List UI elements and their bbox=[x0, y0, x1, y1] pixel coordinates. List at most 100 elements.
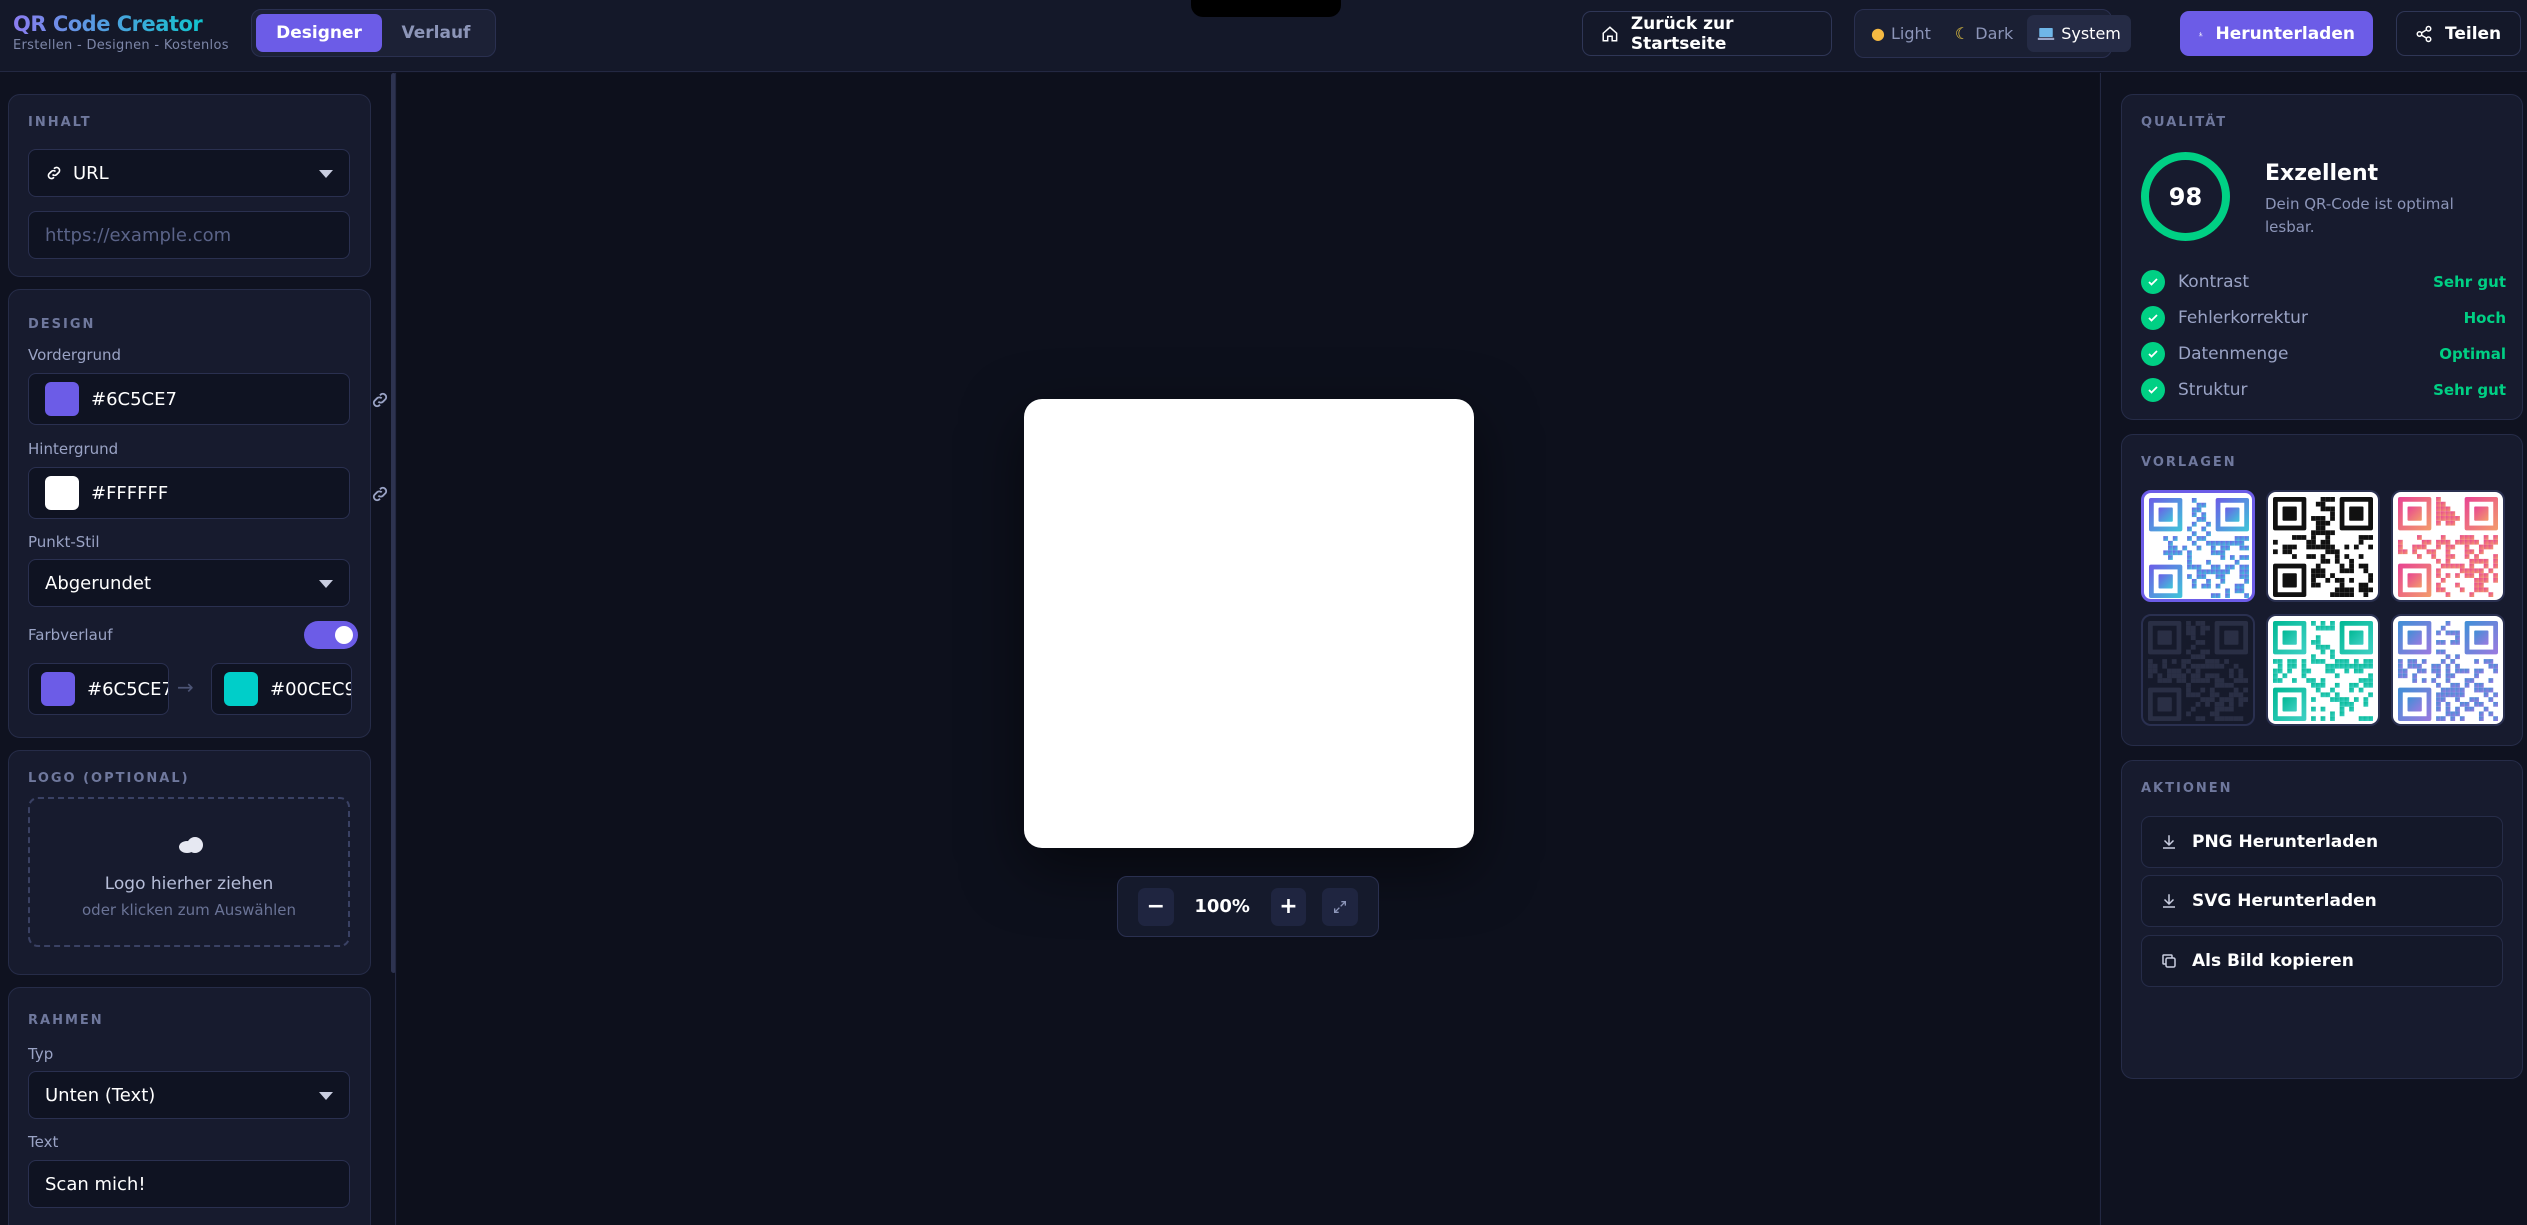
template-blue-violet[interactable] bbox=[2391, 614, 2505, 726]
gradient-start-value: #6C5CE7 bbox=[87, 678, 169, 700]
gradient-toggle[interactable] bbox=[304, 621, 358, 649]
fullscreen-button[interactable] bbox=[1322, 887, 1358, 926]
frame-type-select[interactable]: Unten (Text) bbox=[28, 1071, 350, 1119]
foreground-label: Vordergrund bbox=[28, 346, 122, 364]
criterion-value: Sehr gut bbox=[2433, 273, 2506, 291]
check-icon bbox=[2141, 342, 2165, 366]
template-classic-black[interactable] bbox=[2266, 490, 2380, 602]
templates-section-title: VORLAGEN bbox=[2141, 455, 2237, 470]
link-icon[interactable] bbox=[370, 484, 390, 504]
download-icon bbox=[2198, 31, 2203, 36]
url-input[interactable]: https://example.com bbox=[28, 211, 350, 259]
arrow-right-icon: → bbox=[177, 675, 194, 699]
expand-icon bbox=[1334, 900, 1347, 913]
theme-light-option[interactable]: ● Light bbox=[1861, 15, 1941, 52]
foreground-swatch[interactable] bbox=[45, 382, 79, 416]
frame-type-label: Typ bbox=[28, 1045, 54, 1063]
copy-icon bbox=[2162, 954, 2176, 968]
gradient-start-swatch[interactable] bbox=[41, 672, 75, 706]
frame-text-label: Text bbox=[28, 1133, 59, 1151]
download-icon bbox=[2163, 835, 2175, 849]
zoom-in-button[interactable]: + bbox=[1270, 887, 1307, 926]
criterion-value: Hoch bbox=[2463, 309, 2506, 327]
share-label: Teilen bbox=[2445, 23, 2502, 44]
background-swatch[interactable] bbox=[45, 476, 79, 510]
zoom-controls: − 100% + bbox=[1117, 876, 1379, 937]
quality-section-title: QUALITÄT bbox=[2141, 115, 2228, 130]
zoom-out-button[interactable]: − bbox=[1138, 887, 1174, 926]
gradient-end-value: #00CEC9 bbox=[270, 678, 352, 700]
chevron-down-icon bbox=[319, 580, 333, 588]
content-type-value: URL bbox=[73, 162, 109, 184]
actions-section: AKTIONEN PNG Herunterladen SVG Herunterl… bbox=[2121, 760, 2523, 1079]
content-section: INHALT URL https://example.com bbox=[8, 94, 371, 277]
link-icon bbox=[47, 166, 61, 180]
share-icon bbox=[2416, 25, 2432, 42]
theme-switcher: ● Light ☾ Dark System bbox=[1854, 9, 2131, 58]
gradient-start-input[interactable]: #6C5CE7 bbox=[28, 663, 169, 715]
criterion-row: Fehlerkorrektur Hoch bbox=[2141, 306, 2506, 330]
frame-type-value: Unten (Text) bbox=[45, 1084, 156, 1106]
gradient-end-input[interactable]: #00CEC9 bbox=[211, 663, 352, 715]
criterion-row: Datenmenge Optimal bbox=[2141, 342, 2506, 366]
laptop-icon bbox=[2037, 27, 2055, 40]
copy-image-button[interactable]: Als Bild kopieren bbox=[2141, 935, 2503, 987]
dot-style-select[interactable]: Abgerundet bbox=[28, 559, 350, 607]
logo-section-title: LOGO (OPTIONAL) bbox=[28, 771, 190, 786]
link-icon[interactable] bbox=[370, 390, 390, 410]
foreground-color-input[interactable]: #6C5CE7 bbox=[28, 373, 350, 425]
quality-rating: Exzellent bbox=[2265, 161, 2379, 186]
copy-image-label: Als Bild kopieren bbox=[2192, 951, 2354, 971]
criterion-name: Datenmenge bbox=[2178, 344, 2289, 364]
back-to-home-button[interactable]: Zurück zur Startseite bbox=[1582, 11, 1832, 56]
png-download-label: PNG Herunterladen bbox=[2192, 832, 2379, 852]
dropzone-subtitle: oder klicken zum Auswählen bbox=[82, 901, 296, 919]
share-button[interactable]: Teilen bbox=[2396, 11, 2521, 56]
zoom-level: 100% bbox=[1194, 896, 1250, 917]
dropzone-title: Logo hierher ziehen bbox=[104, 874, 274, 894]
svg-download-button[interactable]: SVG Herunterladen bbox=[2141, 875, 2503, 927]
frame-section-title: RAHMEN bbox=[28, 1013, 104, 1028]
download-button[interactable]: Herunterladen bbox=[2180, 11, 2373, 56]
criterion-value: Sehr gut bbox=[2433, 381, 2506, 399]
template-teal[interactable] bbox=[2266, 614, 2380, 726]
theme-system-label: System bbox=[2061, 24, 2121, 43]
settings-scrollbar[interactable] bbox=[391, 73, 395, 973]
content-section-title: INHALT bbox=[28, 115, 92, 130]
download-label: Herunterladen bbox=[2215, 23, 2356, 44]
criterion-name: Kontrast bbox=[2178, 272, 2250, 292]
background-value: #FFFFFF bbox=[91, 482, 169, 504]
content-type-select[interactable]: URL bbox=[28, 149, 350, 197]
tab-designer[interactable]: Designer bbox=[256, 14, 382, 52]
frame-section: RAHMEN Typ Unten (Text) Text Scan mich! bbox=[8, 987, 371, 1225]
criterion-name: Fehlerkorrektur bbox=[2178, 308, 2308, 328]
gradient-label: Farbverlauf bbox=[28, 626, 113, 644]
design-section: DESIGN Vordergrund #6C5CE7 Hintergrund #… bbox=[8, 289, 388, 738]
theme-dark-option[interactable]: ☾ Dark bbox=[1945, 15, 2023, 52]
templates-section: VORLAGEN bbox=[2121, 434, 2523, 746]
sun-icon: ● bbox=[1871, 24, 1885, 43]
frame-text-input[interactable]: Scan mich! bbox=[28, 1160, 350, 1208]
app-logo[interactable]: QR Code Creator Erstellen - Designen - K… bbox=[13, 12, 229, 53]
template-dark-mode[interactable] bbox=[2141, 614, 2255, 726]
png-download-button[interactable]: PNG Herunterladen bbox=[2141, 816, 2503, 868]
info-panel: QUALITÄT 98 Exzellent Dein QR-Code ist o… bbox=[2100, 73, 2527, 1225]
template-pink-coral[interactable] bbox=[2391, 490, 2505, 602]
moon-icon: ☾ bbox=[1954, 24, 1970, 43]
criterion-name: Struktur bbox=[2178, 380, 2248, 400]
tab-history[interactable]: Verlauf bbox=[386, 14, 486, 52]
criterion-value: Optimal bbox=[2439, 345, 2506, 363]
svg-download-label: SVG Herunterladen bbox=[2192, 891, 2377, 911]
background-color-input[interactable]: #FFFFFF bbox=[28, 467, 350, 519]
template-gradient-purple-cyan[interactable] bbox=[2141, 490, 2255, 602]
check-icon bbox=[2141, 378, 2165, 402]
theme-system-option[interactable]: System bbox=[2027, 15, 2131, 52]
settings-panel: INHALT URL https://example.com DESIGN Vo… bbox=[0, 73, 396, 1225]
logo-dropzone[interactable]: Logo hierher ziehen oder klicken zum Aus… bbox=[28, 797, 350, 947]
criterion-row: Struktur Sehr gut bbox=[2141, 378, 2506, 402]
theme-light-label: Light bbox=[1890, 24, 1931, 43]
background-label: Hintergrund bbox=[28, 440, 119, 458]
design-section-title: DESIGN bbox=[28, 317, 96, 332]
gradient-end-swatch[interactable] bbox=[224, 672, 258, 706]
check-icon bbox=[2141, 270, 2165, 294]
